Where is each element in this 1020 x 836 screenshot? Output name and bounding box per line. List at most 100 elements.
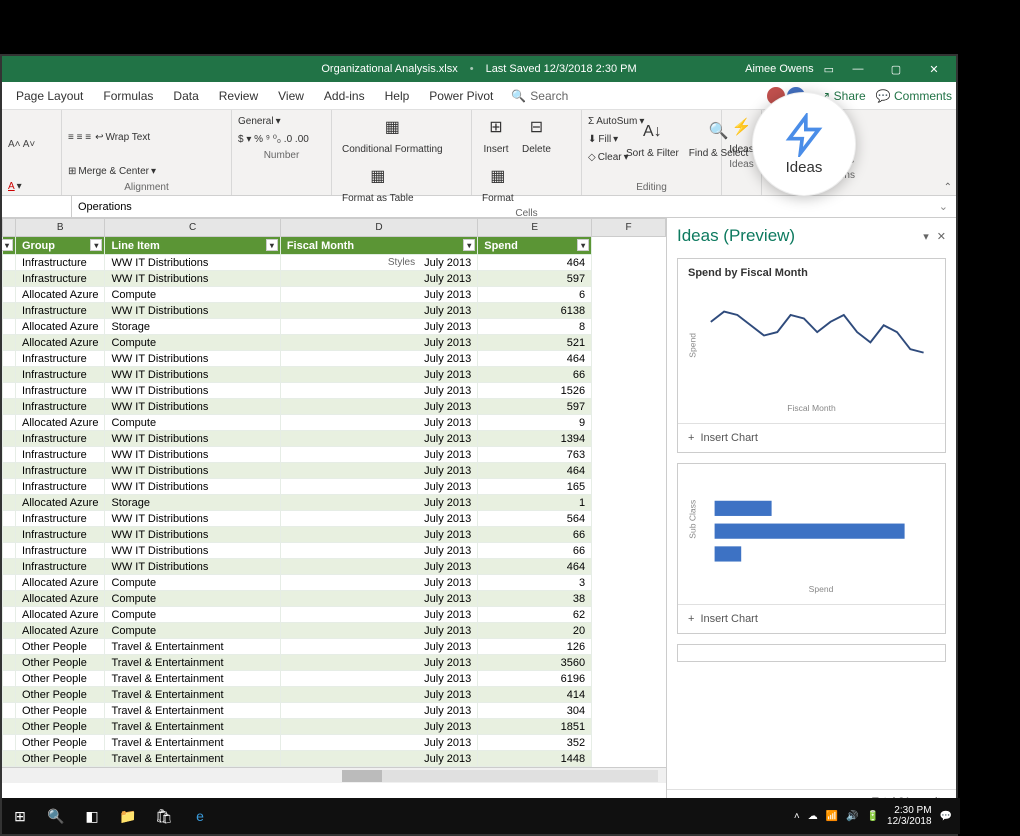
close-button[interactable]: ✕: [920, 56, 948, 82]
insert-chart-button-1[interactable]: +Insert Chart: [678, 423, 945, 452]
svg-text:Spend: Spend: [688, 333, 698, 358]
find-select-button[interactable]: 🔍Find & Select: [685, 116, 752, 161]
format-cells-button[interactable]: ▦Format: [478, 161, 518, 206]
table-row[interactable]: Other PeopleTravel & EntertainmentJuly 2…: [3, 639, 666, 655]
ribbon: A˄ A˅ A ▾ ≡ ≡ ≡ ↩ Wrap Text ⊞ Merge & Ce…: [2, 110, 956, 196]
svg-text:Fiscal Month: Fiscal Month: [787, 403, 836, 413]
ideas-pane-title: Ideas (Preview): [677, 226, 795, 246]
edge-icon[interactable]: e: [182, 798, 218, 834]
store-icon[interactable]: 🛍: [146, 798, 182, 834]
table-row[interactable]: InfrastructureWW IT DistributionsJuly 20…: [3, 383, 666, 399]
ribbon-display-icon[interactable]: ▭: [824, 63, 834, 76]
sort-filter-button[interactable]: A↓Sort & Filter: [622, 116, 683, 161]
tab-page-layout[interactable]: Page Layout: [6, 82, 93, 109]
idea-card-3[interactable]: [677, 644, 946, 662]
idea-card-2[interactable]: Sub Class Spend +Insert Chart: [677, 463, 946, 634]
table-row[interactable]: Allocated AzureComputeJuly 20133: [3, 575, 666, 591]
idea-card-1[interactable]: Spend by Fiscal Month Spend Fiscal Month…: [677, 258, 946, 453]
table-row[interactable]: InfrastructureWW IT DistributionsJuly 20…: [3, 431, 666, 447]
tab-view[interactable]: View: [268, 82, 314, 109]
font-size-controls[interactable]: A˄ A˅: [8, 112, 55, 177]
table-row[interactable]: Allocated AzureComputeJuly 2013521: [3, 335, 666, 351]
taskbar-clock[interactable]: 2:30 PM 12/3/2018: [887, 805, 932, 827]
battery-icon[interactable]: 🔋: [867, 811, 879, 822]
search-taskbar-icon[interactable]: 🔍: [38, 798, 74, 834]
number-format-buttons[interactable]: $ ▾ % ⁹ ⁰₀ .0 .00: [238, 130, 325, 148]
table-row[interactable]: InfrastructureWW IT DistributionsJuly 20…: [3, 479, 666, 495]
volume-icon[interactable]: 🔊: [846, 811, 858, 822]
onedrive-icon[interactable]: ☁: [808, 811, 818, 822]
fill-button[interactable]: ⬇ Fill ▾: [588, 130, 618, 148]
user-name[interactable]: Aimee Owens: [745, 63, 813, 75]
table-row[interactable]: InfrastructureWW IT DistributionsJuly 20…: [3, 367, 666, 383]
start-button[interactable]: ⊞: [2, 798, 38, 834]
table-row[interactable]: InfrastructureWW IT DistributionsJuly 20…: [3, 543, 666, 559]
table-row[interactable]: Allocated AzureStorageJuly 20138: [3, 319, 666, 335]
spreadsheet-grid[interactable]: BCDEF▾Group▾Line Item▾Fiscal Month▾Spend…: [2, 218, 666, 814]
search-icon: 🔍: [511, 89, 526, 103]
table-row[interactable]: Other PeopleTravel & EntertainmentJuly 2…: [3, 687, 666, 703]
file-explorer-icon[interactable]: 📁: [110, 798, 146, 834]
formula-expand-icon[interactable]: ⌄: [931, 200, 956, 213]
pane-close-icon[interactable]: ✕: [937, 230, 946, 243]
comments-button[interactable]: 💬 Comments: [876, 89, 952, 103]
table-row[interactable]: Allocated AzureComputeJuly 20136: [3, 287, 666, 303]
horizontal-scrollbar[interactable]: [2, 767, 666, 783]
tab-addins[interactable]: Add-ins: [314, 82, 375, 109]
document-title: Organizational Analysis.xlsx: [321, 63, 457, 75]
table-row[interactable]: Other PeopleTravel & EntertainmentJuly 2…: [3, 735, 666, 751]
insert-cells-button[interactable]: ⊞Insert: [478, 112, 514, 157]
ideas-callout[interactable]: Ideas: [752, 92, 856, 196]
table-row[interactable]: Other PeopleTravel & EntertainmentJuly 2…: [3, 719, 666, 735]
tab-review[interactable]: Review: [209, 82, 268, 109]
minimize-button[interactable]: —: [844, 56, 872, 82]
delete-cells-button[interactable]: ⊟Delete: [518, 112, 555, 157]
windows-taskbar: ⊞ 🔍 ◧ 📁 🛍 e ˄ ☁ 📶 🔊 🔋 2:30 PM 12/3/2018 …: [2, 798, 960, 834]
font-color[interactable]: A ▾: [8, 177, 55, 195]
table-row[interactable]: Other PeopleTravel & EntertainmentJuly 2…: [3, 703, 666, 719]
task-view-icon[interactable]: ◧: [74, 798, 110, 834]
table-row[interactable]: Allocated AzureComputeJuly 201362: [3, 607, 666, 623]
tab-data[interactable]: Data: [163, 82, 208, 109]
table-row[interactable]: InfrastructureWW IT DistributionsJuly 20…: [3, 303, 666, 319]
table-row[interactable]: Allocated AzureComputeJuly 201338: [3, 591, 666, 607]
table-row[interactable]: Other PeopleTravel & EntertainmentJuly 2…: [3, 751, 666, 767]
tab-powerpivot[interactable]: Power Pivot: [419, 82, 503, 109]
maximize-button[interactable]: ▢: [882, 56, 910, 82]
svg-text:Spend: Spend: [809, 584, 834, 594]
table-row[interactable]: InfrastructureWW IT DistributionsJuly 20…: [3, 559, 666, 575]
line-chart: Spend Fiscal Month: [678, 283, 945, 423]
wrap-text-button[interactable]: ↩ Wrap Text: [95, 128, 150, 146]
notifications-icon[interactable]: 💬: [940, 811, 952, 822]
insert-chart-button-2[interactable]: +Insert Chart: [678, 604, 945, 633]
table-row[interactable]: Allocated AzureComputeJuly 201320: [3, 623, 666, 639]
wifi-icon[interactable]: 📶: [826, 811, 838, 822]
pane-options-icon[interactable]: ▾: [923, 230, 929, 243]
bar-chart: Sub Class Spend: [678, 464, 945, 604]
table-row[interactable]: Other PeopleTravel & EntertainmentJuly 2…: [3, 655, 666, 671]
table-row[interactable]: InfrastructureWW IT DistributionsJuly 20…: [3, 399, 666, 415]
table-row[interactable]: InfrastructureWW IT DistributionsJuly 20…: [3, 351, 666, 367]
table-row[interactable]: InfrastructureWW IT DistributionsJuly 20…: [3, 271, 666, 287]
conditional-formatting-button[interactable]: ▦Conditional Formatting: [338, 112, 447, 157]
merge-center-button[interactable]: ⊞ Merge & Center ▾: [68, 162, 225, 180]
tab-help[interactable]: Help: [375, 82, 420, 109]
tab-formulas[interactable]: Formulas: [93, 82, 163, 109]
table-row[interactable]: Allocated AzureStorageJuly 20131: [3, 495, 666, 511]
collapse-ribbon-icon[interactable]: ⌃: [944, 182, 952, 193]
table-row[interactable]: InfrastructureWW IT DistributionsJuly 20…: [3, 255, 666, 271]
table-row[interactable]: InfrastructureWW IT DistributionsJuly 20…: [3, 527, 666, 543]
table-row[interactable]: InfrastructureWW IT DistributionsJuly 20…: [3, 463, 666, 479]
tray-up-icon[interactable]: ˄: [794, 811, 800, 822]
number-format-select[interactable]: General ▾: [238, 112, 325, 130]
table-row[interactable]: Allocated AzureComputeJuly 20139: [3, 415, 666, 431]
ideas-pane: Ideas (Preview) ▾ ✕ Spend by Fiscal Mont…: [666, 218, 956, 814]
format-as-table-button[interactable]: ▦Format as Table: [338, 161, 418, 206]
table-row[interactable]: Other PeopleTravel & EntertainmentJuly 2…: [3, 671, 666, 687]
table-row[interactable]: InfrastructureWW IT DistributionsJuly 20…: [3, 447, 666, 463]
name-box[interactable]: [2, 196, 72, 217]
svg-text:Sub Class: Sub Class: [688, 500, 698, 539]
table-row[interactable]: InfrastructureWW IT DistributionsJuly 20…: [3, 511, 666, 527]
align-buttons[interactable]: ≡ ≡ ≡: [68, 128, 91, 146]
tell-me-search[interactable]: 🔍 Search: [511, 89, 568, 103]
